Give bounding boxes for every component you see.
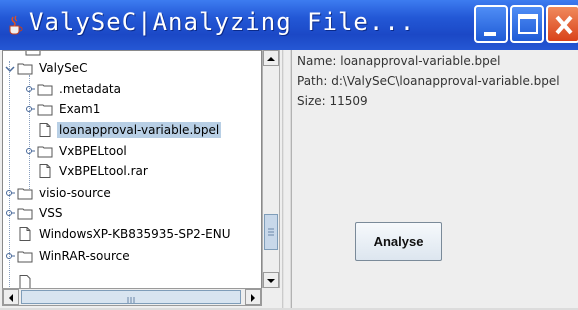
analyse-button[interactable]: Analyse [355,222,442,261]
file-tree[interactable]: ValySeC .metadata Exam1 loanapproval-var… [2,50,262,305]
collapsed-handle-icon[interactable] [25,99,36,119]
tree-item-vxbpeltool[interactable]: VxBPELtool [25,141,129,161]
file-icon [39,164,51,178]
tree-item-exam1[interactable]: Exam1 [25,99,102,119]
expanded-handle-icon[interactable] [5,58,15,78]
scroll-left-button[interactable] [3,289,19,305]
file-name-text: Name: loanapproval-variable.bpel [297,54,501,68]
tree-item-label: VSS [39,206,63,220]
maximize-icon [518,14,538,34]
title-bar[interactable]: ValySeC|Analyzing File... [0,0,578,51]
collapsed-handle-icon[interactable] [5,246,16,266]
java-cup-icon [9,15,23,35]
folder-icon [37,84,53,96]
file-icon [19,227,31,241]
minimize-icon [484,32,496,36]
collapsed-handle-icon[interactable] [5,183,16,203]
collapsed-handle-icon[interactable] [25,79,36,99]
tree-item-vss[interactable]: VSS [5,203,64,223]
tree-item-label: VxBPELtool.rar [59,164,148,178]
vertical-scroll-thumb[interactable] [264,214,278,250]
scroll-down-button[interactable] [263,272,279,288]
close-button[interactable] [546,5,578,43]
split-pane-divider[interactable] [282,50,292,308]
tree-item-label: WinRAR-source [39,249,130,263]
tree-vertical-scrollbar[interactable] [262,50,280,288]
file-path-text: Path: d:\ValySeC\loanapproval-variable.b… [297,74,560,88]
file-icon [39,123,51,137]
collapsed-handle-icon[interactable] [25,141,36,161]
folder-icon [37,146,53,158]
file-info-panel: Name: loanapproval-variable.bpel Path: d… [293,50,578,308]
tree-item-metadata[interactable]: .metadata [25,79,123,99]
tree-item-vxbpeltool-rar[interactable]: VxBPELtool.rar [37,161,150,181]
tree-item-label: loanapproval-variable.bpel [57,122,222,138]
tree-item-label: .metadata [59,82,121,96]
maximize-button[interactable] [510,5,544,43]
close-icon [555,15,573,35]
window-title: ValySeC|Analyzing File... [29,8,416,36]
scroll-right-button[interactable] [245,289,261,305]
main-content: ValySeC .metadata Exam1 loanapproval-var… [0,50,578,308]
tree-item-label: WindowsXP-KB835935-SP2-ENU [39,227,231,241]
minimize-button[interactable] [474,5,508,43]
collapsed-handle-icon[interactable] [5,203,16,223]
tree-horizontal-scrollbar[interactable] [2,288,262,306]
tree-item-label: VxBPELtool [59,144,127,158]
arrow-down-icon [267,279,275,283]
arrow-left-icon [9,294,13,302]
file-icon [19,275,31,289]
tree-item-valysec[interactable]: ValySeC [5,58,89,78]
tree-item-winrar-source[interactable]: WinRAR-source [5,246,132,266]
tree-item-loanapproval[interactable]: loanapproval-variable.bpel [37,120,222,140]
folder-icon [17,251,33,263]
folder-icon [17,208,33,220]
tree-item-visio-source[interactable]: visio-source [5,183,113,203]
scroll-up-button[interactable] [263,50,279,66]
tree-item-label: visio-source [39,186,111,200]
tree-item-label: Exam1 [59,102,101,116]
folder-icon [17,63,33,75]
arrow-right-icon [251,294,255,302]
tree-item-windowsxp[interactable]: WindowsXP-KB835935-SP2-ENU [17,224,233,244]
arrow-up-icon [267,57,275,61]
folder-icon [17,188,33,200]
horizontal-scroll-thumb[interactable] [21,290,241,304]
folder-icon [25,51,41,56]
folder-icon [37,104,53,116]
file-size-text: Size: 11509 [297,94,368,108]
tree-item-label: ValySeC [39,61,88,75]
